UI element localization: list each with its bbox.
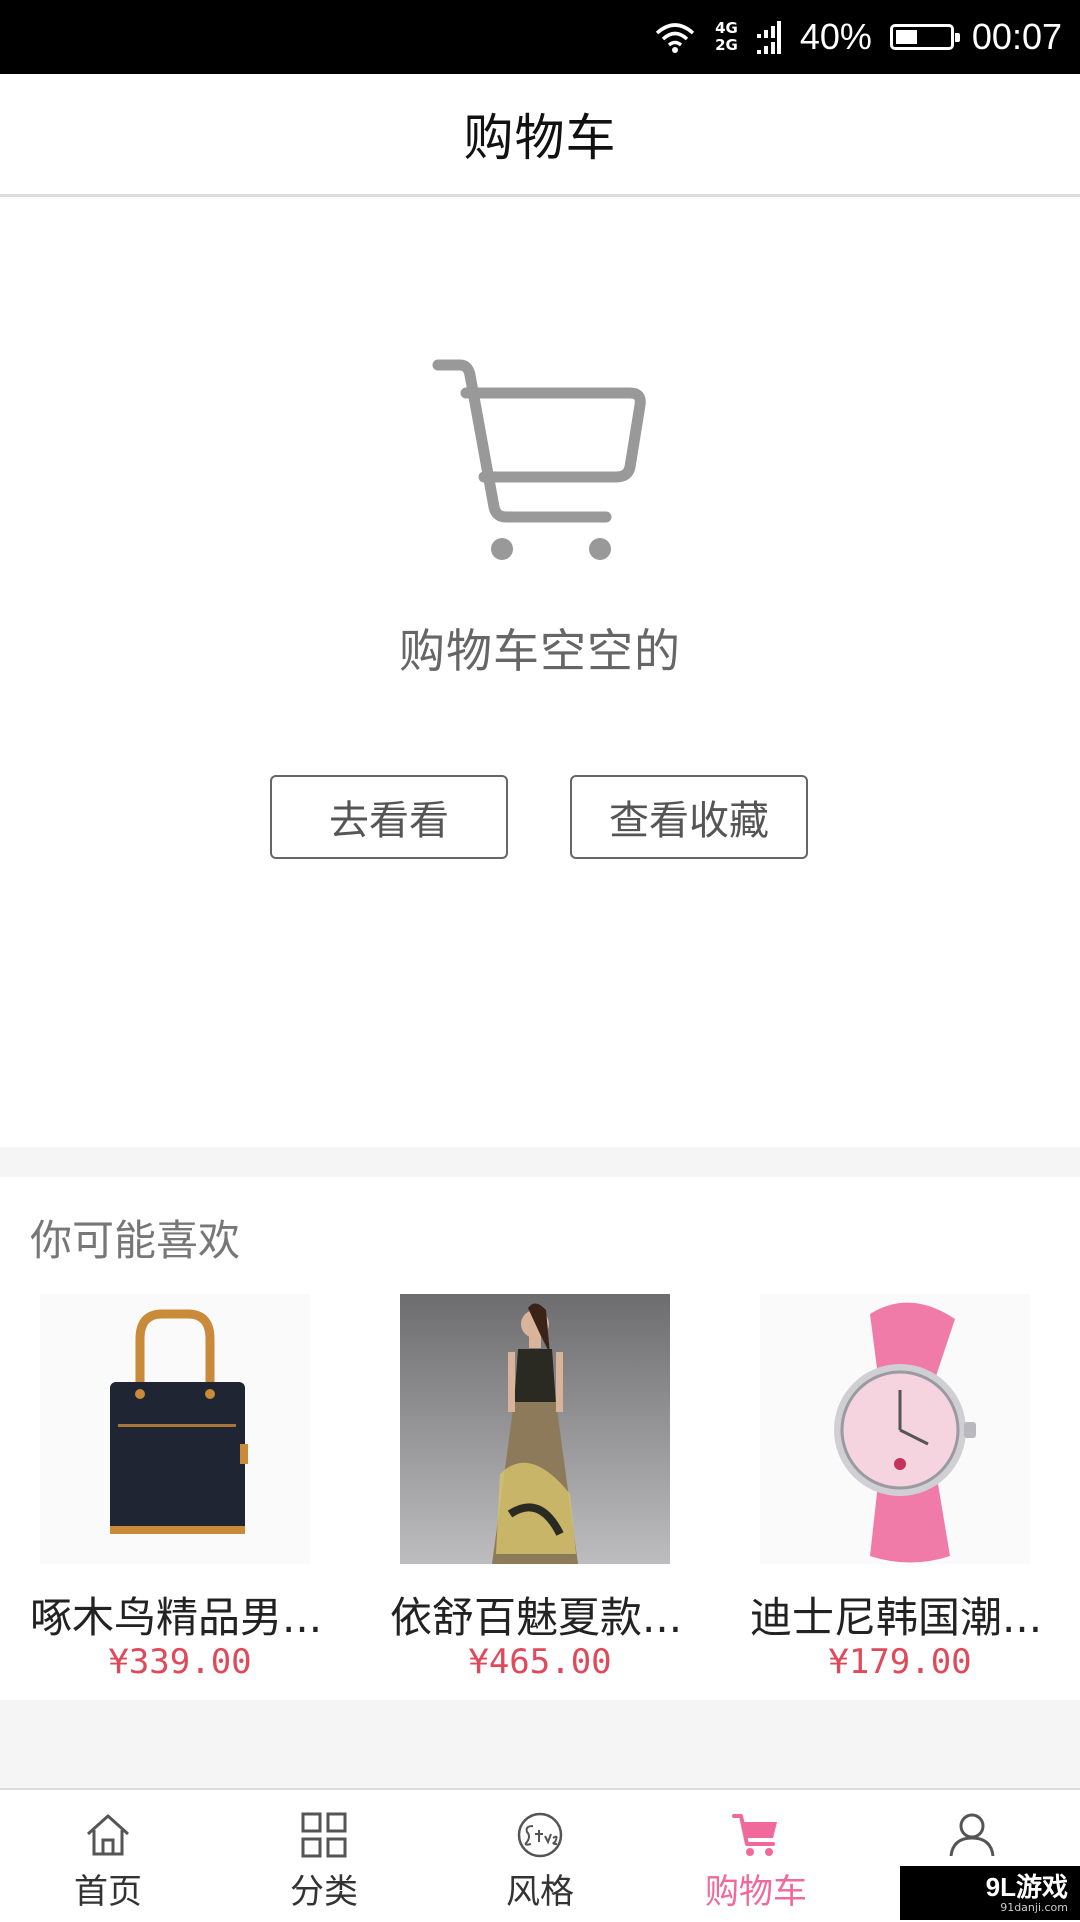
watermark-url: 91danji.com: [1000, 1900, 1068, 1914]
page-title: 购物车: [463, 109, 617, 167]
tab-style[interactable]: 风格: [432, 1790, 648, 1922]
empty-cart-section: 购物车空空的 去看看 查看收藏: [0, 197, 1080, 1147]
tab-cart[interactable]: 购物车: [648, 1790, 864, 1922]
browse-button[interactable]: 去看看: [270, 775, 508, 859]
product-name: 啄木鸟精品男...: [30, 1593, 323, 1642]
product-name: 依舒百魅夏款...: [390, 1593, 683, 1642]
battery-icon: [889, 24, 960, 50]
recommendations-title: 你可能喜欢: [30, 1216, 241, 1265]
dress-photo: [492, 1303, 578, 1564]
style-icon: [517, 1812, 563, 1858]
product-image[interactable]: [760, 1294, 1030, 1564]
battery-percent: 40%: [799, 16, 872, 57]
empty-cart-icon: [432, 359, 646, 560]
product-price: ¥339.00: [108, 1642, 252, 1682]
user-icon: [949, 1813, 995, 1857]
product-image[interactable]: [400, 1294, 670, 1564]
home-icon: [86, 1814, 130, 1856]
handbag-icon: [110, 1309, 248, 1534]
tab-label: 分类: [290, 1872, 358, 1912]
network-type: 4G 2G: [715, 20, 738, 54]
wifi-icon: [655, 23, 695, 53]
signal-icon: [756, 21, 781, 54]
pink-watch-icon: [834, 1302, 976, 1563]
product-name: 迪士尼韩国潮...: [750, 1593, 1043, 1642]
view-favorites-button[interactable]: 查看收藏: [570, 775, 808, 859]
tab-label: 首页: [74, 1872, 142, 1912]
network-bottom-label: 2G: [715, 36, 738, 54]
recommendations-section: 你可能喜欢 啄木鸟精品男... ¥339.00 依舒百魅夏款... ¥465.0…: [0, 1177, 1080, 1700]
tab-home[interactable]: 首页: [0, 1790, 216, 1922]
cart-icon: [732, 1814, 777, 1856]
network-top-label: 4G: [715, 19, 738, 37]
clock: 00:07: [971, 16, 1062, 57]
tab-category[interactable]: 分类: [216, 1790, 432, 1922]
status-indicators: 4G 2G 40% 00:07: [653, 0, 1062, 74]
watermark: 9L游戏 91danji.com: [900, 1866, 1080, 1920]
header: 购物车: [0, 74, 1080, 197]
product-image[interactable]: [40, 1294, 310, 1564]
watermark-logo: 9L游戏: [985, 1871, 1068, 1902]
tab-label: 购物车: [705, 1872, 807, 1912]
tab-label: 风格: [506, 1872, 574, 1912]
empty-cart-message: 购物车空空的: [399, 624, 681, 678]
grid-icon: [301, 1812, 347, 1858]
product-price: ¥465.00: [468, 1642, 612, 1682]
status-bar: 4G 2G 40% 00:07: [0, 0, 1080, 74]
product-price: ¥179.00: [828, 1642, 972, 1682]
